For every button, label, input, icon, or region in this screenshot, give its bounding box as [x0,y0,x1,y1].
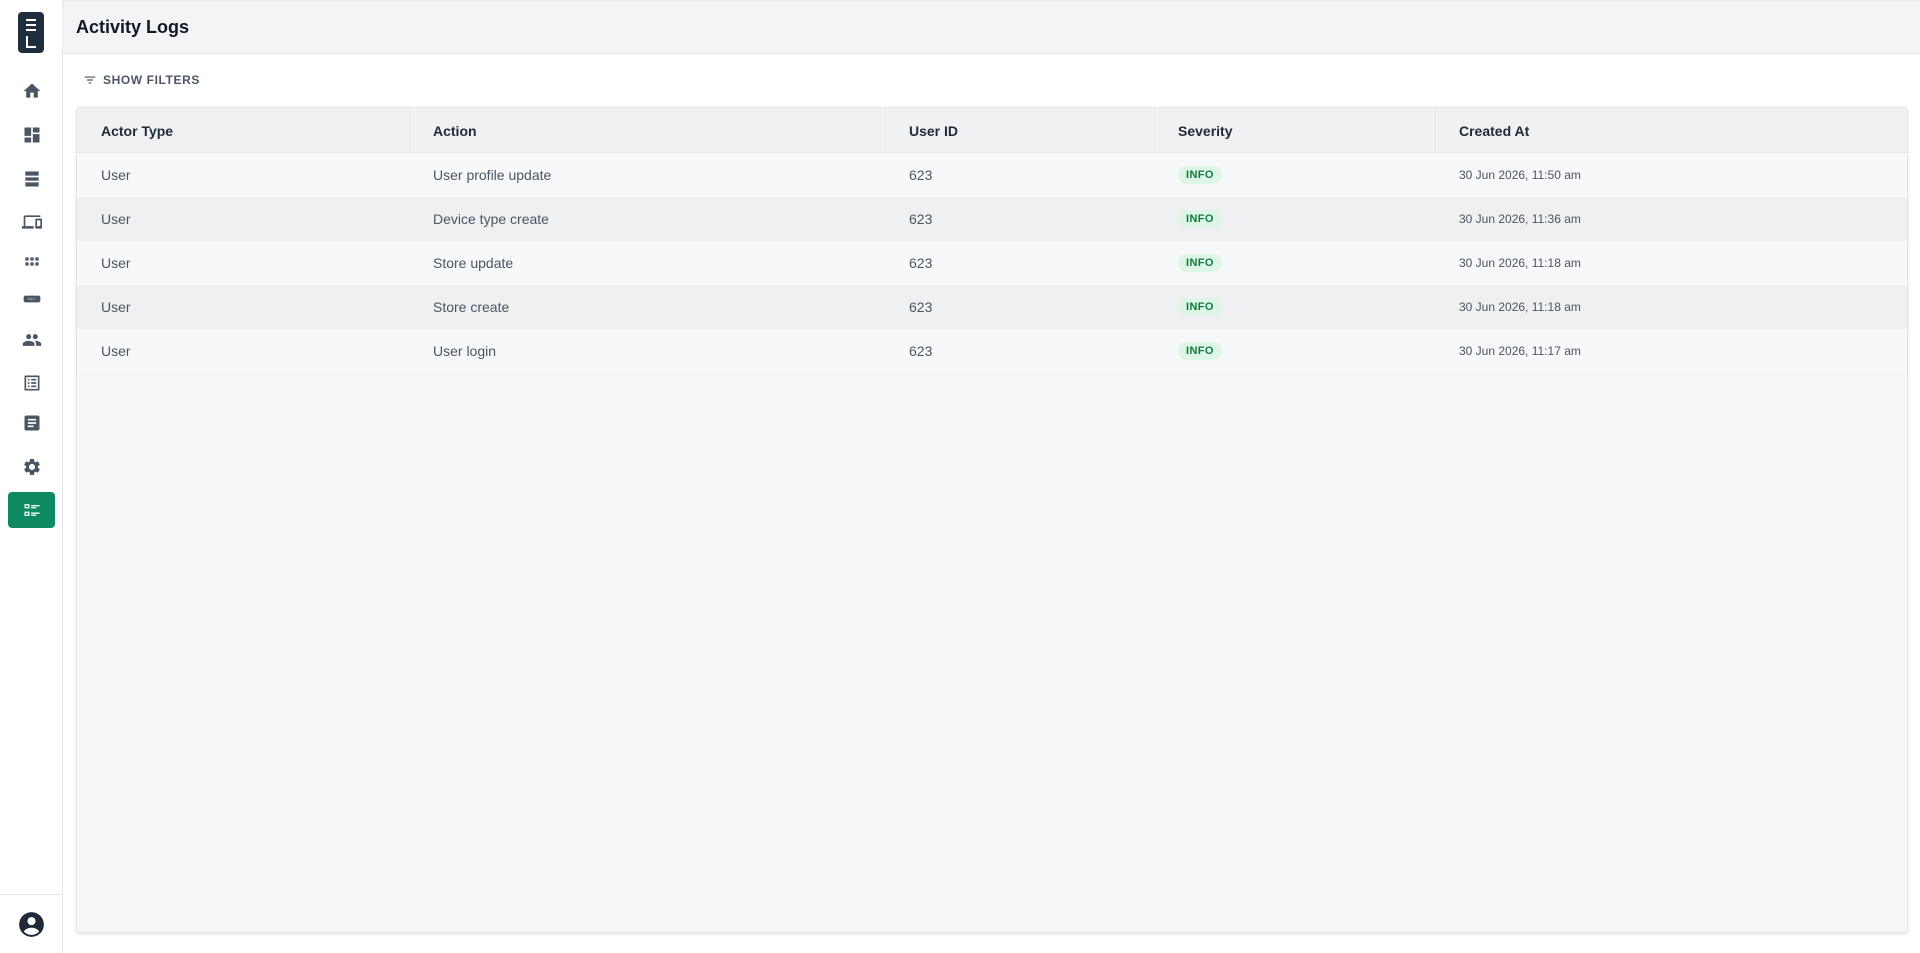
cell-user-id: 623 [909,211,933,227]
cell-created-at: 30 Jun 2026, 11:36 am [1459,212,1581,226]
account-circle-icon [19,912,44,937]
severity-badge: INFO [1178,210,1222,228]
cell-severity: INFO [1178,153,1222,197]
column-separator [885,108,886,153]
show-filters-button[interactable]: SHOW FILTERS [83,71,200,89]
cell-action: Store create [433,299,510,315]
cell-created-at: 30 Jun 2026, 11:18 am [1459,256,1581,270]
hardware-icon [23,295,40,303]
sidebar [0,0,63,953]
cell-actor-type: User [101,167,131,183]
page-header: Activity Logs [63,0,1920,54]
cell-actor-type: User [101,211,131,227]
user-avatar[interactable] [18,911,45,938]
sidebar-item-list[interactable] [8,365,55,401]
column-header-user-id[interactable]: User ID [909,108,958,153]
storage-icon [24,171,39,187]
cell-actor-type: User [101,255,131,271]
cell-actor-type: User [101,299,131,315]
sidebar-item-home[interactable] [8,73,55,109]
table-row[interactable]: User User profile update 623 INFO 30 Jun… [77,153,1907,197]
cell-user-id: 623 [909,167,933,183]
table-row[interactable]: User Store create 623 INFO 30 Jun 2026, … [77,285,1907,329]
devices-icon [21,215,42,229]
severity-badge: INFO [1178,254,1222,272]
cell-severity: INFO [1178,197,1222,241]
column-header-action[interactable]: Action [433,108,477,153]
cell-created-at: 30 Jun 2026, 11:18 am [1459,300,1581,314]
column-separator [1435,108,1436,153]
page-title: Activity Logs [76,16,190,37]
table-row[interactable]: User Device type create 623 INFO 30 Jun … [77,197,1907,241]
gear-icon [23,459,40,475]
cell-action: User login [433,343,497,359]
column-separator [409,108,410,153]
sidebar-item-storage[interactable] [8,161,55,197]
sidebar-item-apps[interactable] [8,246,55,282]
list-icon [24,375,39,391]
document-icon [24,415,39,431]
dashboard-icon [24,127,39,143]
cell-user-id: 623 [909,255,933,271]
table-row[interactable]: User User login 623 INFO 30 Jun 2026, 11… [77,329,1907,373]
cell-action: Device type create [433,211,549,227]
sidebar-item-settings[interactable] [8,449,55,485]
cell-created-at: 30 Jun 2026, 11:50 am [1459,168,1581,182]
cell-action: Store update [433,255,514,271]
show-filters-label: SHOW FILTERS [103,73,200,87]
cell-severity: INFO [1178,241,1222,285]
column-header-actor-type[interactable]: Actor Type [101,108,173,153]
sidebar-item-documents[interactable] [8,405,55,441]
column-header-created-at[interactable]: Created At [1459,108,1529,153]
apps-icon [24,257,39,266]
cell-user-id: 623 [909,343,933,359]
sidebar-divider [0,894,63,895]
sidebar-item-devices[interactable] [8,204,55,240]
severity-badge: INFO [1178,298,1222,316]
activity-list-icon [24,504,39,516]
column-header-severity[interactable]: Severity [1178,108,1232,153]
sidebar-item-activity-logs[interactable] [8,492,55,528]
column-separator [1154,108,1155,153]
cell-user-id: 623 [909,299,933,315]
home-icon [23,83,40,98]
cell-actor-type: User [101,343,131,359]
severity-badge: INFO [1178,166,1222,184]
cell-created-at: 30 Jun 2026, 11:17 am [1459,344,1581,358]
severity-badge: INFO [1178,342,1222,360]
cell-severity: INFO [1178,329,1222,373]
cell-action: User profile update [433,167,552,183]
sidebar-item-hardware[interactable] [8,281,55,317]
cell-severity: INFO [1178,285,1222,329]
people-icon [22,334,41,346]
app-logo[interactable] [18,12,44,53]
filter-icon [84,76,96,84]
table-header: Actor Type Action User ID Severity Creat… [77,108,1907,153]
activity-logs-table: Actor Type Action User ID Severity Creat… [76,107,1908,933]
sidebar-item-users[interactable] [8,322,55,358]
table-row[interactable]: User Store update 623 INFO 30 Jun 2026, … [77,241,1907,285]
sidebar-item-dashboard[interactable] [8,117,55,153]
